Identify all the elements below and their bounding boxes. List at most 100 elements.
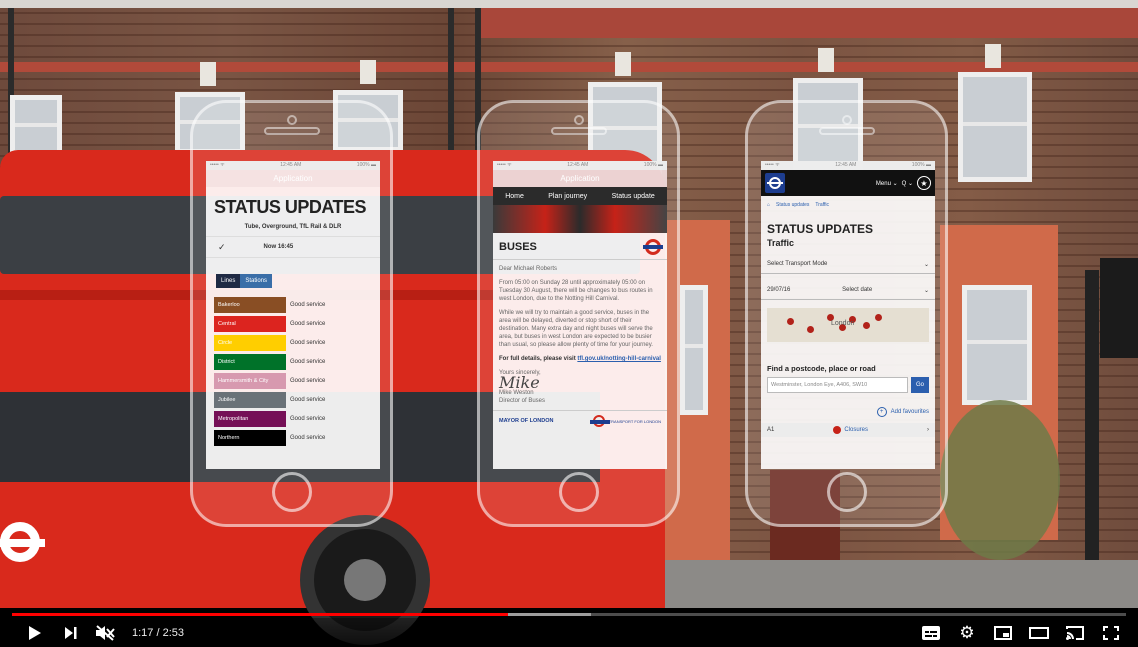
keystone [360,60,376,84]
keystone [200,62,216,86]
phone-camera [573,115,584,125]
phone-mockup-buses: ••••• ᯤ 12:45 AM 100% ▬ Application Home… [477,100,680,527]
details-line: For full details, please visit tfl.gov.u… [499,355,661,363]
hero-image [493,205,667,233]
home-icon: ⌂ [767,202,771,208]
theater-mode-icon[interactable] [1026,622,1052,644]
transport-mode-select: Select Transport Mode ⌄ [761,256,935,274]
chevron-right-icon: › [927,427,929,433]
tab-lines: Lines [216,274,241,288]
line-name: Hammersmith & City [214,373,286,389]
battery-indicator: 100% ▬ [356,162,376,168]
battery-indicator: 100% ▬ [911,162,931,168]
miniplayer-icon[interactable] [990,622,1016,644]
road-row: A1 Closures › [761,423,935,437]
letter-footer: MAYOR OF LONDON TRANSPORT FOR LONDON [493,410,667,431]
menu-button: Menu ⌄ [875,180,898,187]
map-marker [875,314,882,321]
cast-icon[interactable] [1062,622,1088,644]
line-status: Good service [290,416,326,422]
tfl-wordmark: TRANSPORT FOR LONDON [608,418,661,424]
phone-camera [841,115,852,125]
details-prefix: For full details, please visit [499,356,578,362]
phone-mockup-status: ••••• ᯤ 12:45 AM 100% ▬ Application STAT… [190,100,393,527]
phone-screen: ••••• ᯤ 12:45 AM 100% ▬ Menu ⌄ Q ⌄ ★ ⌂ S… [761,161,935,469]
map-marker [863,322,870,329]
keystone [985,44,1001,68]
breadcrumb-traffic: Traffic [815,202,830,208]
line-status: Good service [290,397,326,403]
signal-indicator: ••••• ᯤ [497,162,512,168]
progress-bar[interactable] [12,613,1126,616]
check-icon: ✓ [218,241,226,252]
plus-icon: + [876,407,887,417]
tfl-logo: TRANSPORT FOR LONDON [589,415,661,427]
signature: Mike [499,373,540,392]
line-row: Northern Good service [214,429,380,447]
road-name: A1 [767,427,775,433]
line-row: Central Good service [214,315,380,333]
add-favourites-link: + Add favourites [761,393,935,423]
add-favourites-label: Add favourites [890,409,929,415]
line-name: Bakerloo [214,297,286,313]
line-name: Jubilee [214,392,286,408]
brick-band [480,8,1138,38]
status-bar: ••••• ᯤ 12:45 AM 100% ▬ [493,161,667,170]
greeting: Dear Michael Roberts [499,266,558,272]
current-time: 1:17 [132,626,154,639]
phone-screen: ••••• ᯤ 12:45 AM 100% ▬ Application STAT… [206,161,380,469]
phone-speaker [818,127,875,135]
tree [940,400,1060,560]
map-marker [807,326,814,333]
line-row: Hammersmith & City Good service [214,372,380,390]
status-bar: ••••• ᯤ 12:45 AM 100% ▬ [206,161,380,170]
building-window [958,72,1032,182]
next-icon[interactable] [60,622,82,644]
time-row: ✓ Now 16:45 [206,236,380,258]
line-status: Good service [290,378,326,384]
traffic-map: London [767,308,929,342]
letter-body: Dear Michael Roberts From 05:00 on Sunda… [493,260,667,410]
chevron-down-icon: ⌄ [923,262,929,268]
section-heading: BUSES [493,233,667,260]
closures-indicator: Closures [833,426,868,434]
clock: 12:45 AM [835,162,857,168]
video-player[interactable]: ••••• ᯤ 12:45 AM 100% ▬ Application STAT… [0,0,1138,647]
line-status-list: Bakerloo Good service Central Good service C… [206,296,380,447]
phone-speaker [550,127,607,135]
status-bar: ••••• ᯤ 12:45 AM 100% ▬ [761,161,935,170]
phone-speaker [263,127,320,135]
fullscreen-icon[interactable] [1098,622,1124,644]
closures-label: Closures [844,427,869,433]
search-input: Westminster, London Eye, A406, SW10 [767,377,908,393]
line-status: Good service [290,340,326,346]
line-name: Central [214,316,286,332]
time-separator: / [153,626,163,639]
breadcrumb-status-updates: Status updates [776,202,810,208]
play-icon[interactable] [24,622,46,644]
heading-buses: BUSES [499,241,537,253]
page-title: STATUS UPDATES [767,222,874,236]
line-name: Northern [214,430,286,446]
signal-indicator: ••••• ᯤ [210,162,225,168]
keystone [818,48,834,72]
phone-camera [286,115,297,125]
tab-stations: Stations [240,274,273,288]
tfl-logo-icon [765,173,785,193]
nav-plan-journey: Plan journey [548,192,588,200]
header-actions: Menu ⌄ Q ⌄ ★ [876,176,931,190]
date-value: 29/07/16 [767,287,791,293]
line-name: Metropolitan [214,411,286,427]
date-select: 29/07/16 Select date ⌄ [761,282,935,300]
roundel-logo [0,522,45,562]
volume-muted-icon[interactable] [94,622,116,644]
chevron-down-icon: ⌄ [923,288,929,294]
find-label: Find a postcode, place or road [767,364,876,373]
control-bar: 1:17 / 2:53 ⚙ [0,618,1138,647]
line-row: District Good service [214,353,380,371]
settings-icon[interactable]: ⚙ [954,622,980,644]
line-status: Good service [290,321,326,327]
subtitles-icon[interactable] [918,622,944,644]
line-status: Good service [290,435,326,441]
phone-mockup-traffic: ••••• ᯤ 12:45 AM 100% ▬ Menu ⌄ Q ⌄ ★ ⌂ S… [745,100,948,527]
